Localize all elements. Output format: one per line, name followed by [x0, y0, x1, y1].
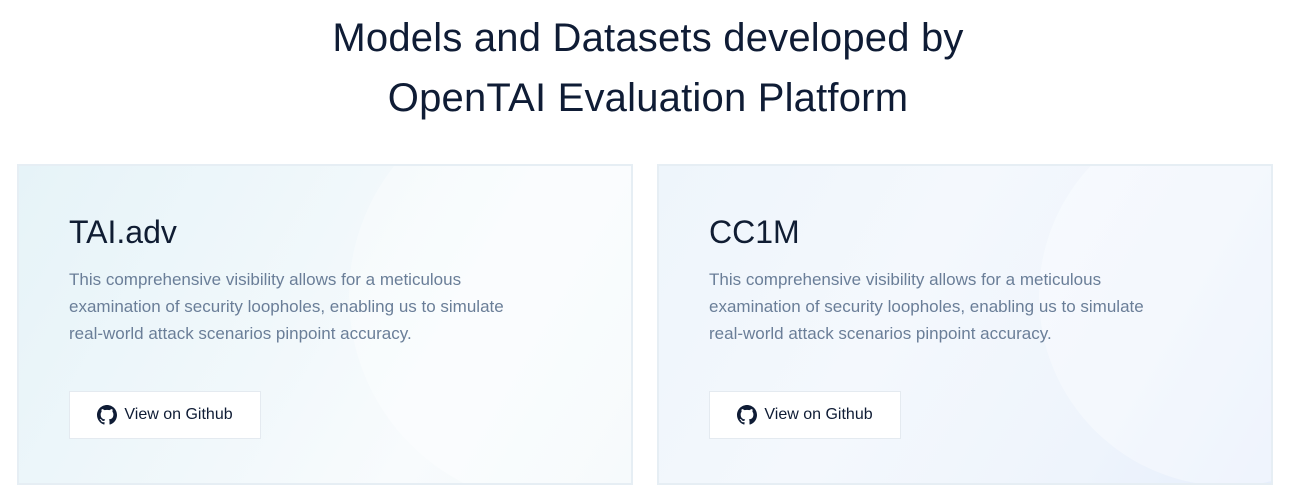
github-icon [97, 405, 118, 425]
section-title-line-2: OpenTAI Evaluation Platform [387, 76, 909, 120]
card-description: This comprehensive visibility allows for… [69, 270, 504, 343]
section-title-line-1: Models and Datasets developed by [332, 16, 964, 60]
view-on-github-button[interactable]: View on Github [69, 391, 261, 439]
section-title: Models and Datasets developed by OpenTAI… [0, 8, 1296, 128]
github-icon [737, 405, 758, 425]
view-on-github-label: View on Github [124, 406, 233, 423]
card-description: This comprehensive visibility allows for… [709, 270, 1144, 343]
card-cc1m: CC1M This comprehensive visibility allow… [657, 164, 1273, 485]
view-on-github-label: View on Github [764, 406, 873, 423]
card-tai-adv: TAI.adv This comprehensive visibility al… [17, 164, 633, 485]
card-title: CC1M [709, 214, 800, 250]
view-on-github-button[interactable]: View on Github [709, 391, 901, 439]
card-title: TAI.adv [69, 214, 177, 250]
